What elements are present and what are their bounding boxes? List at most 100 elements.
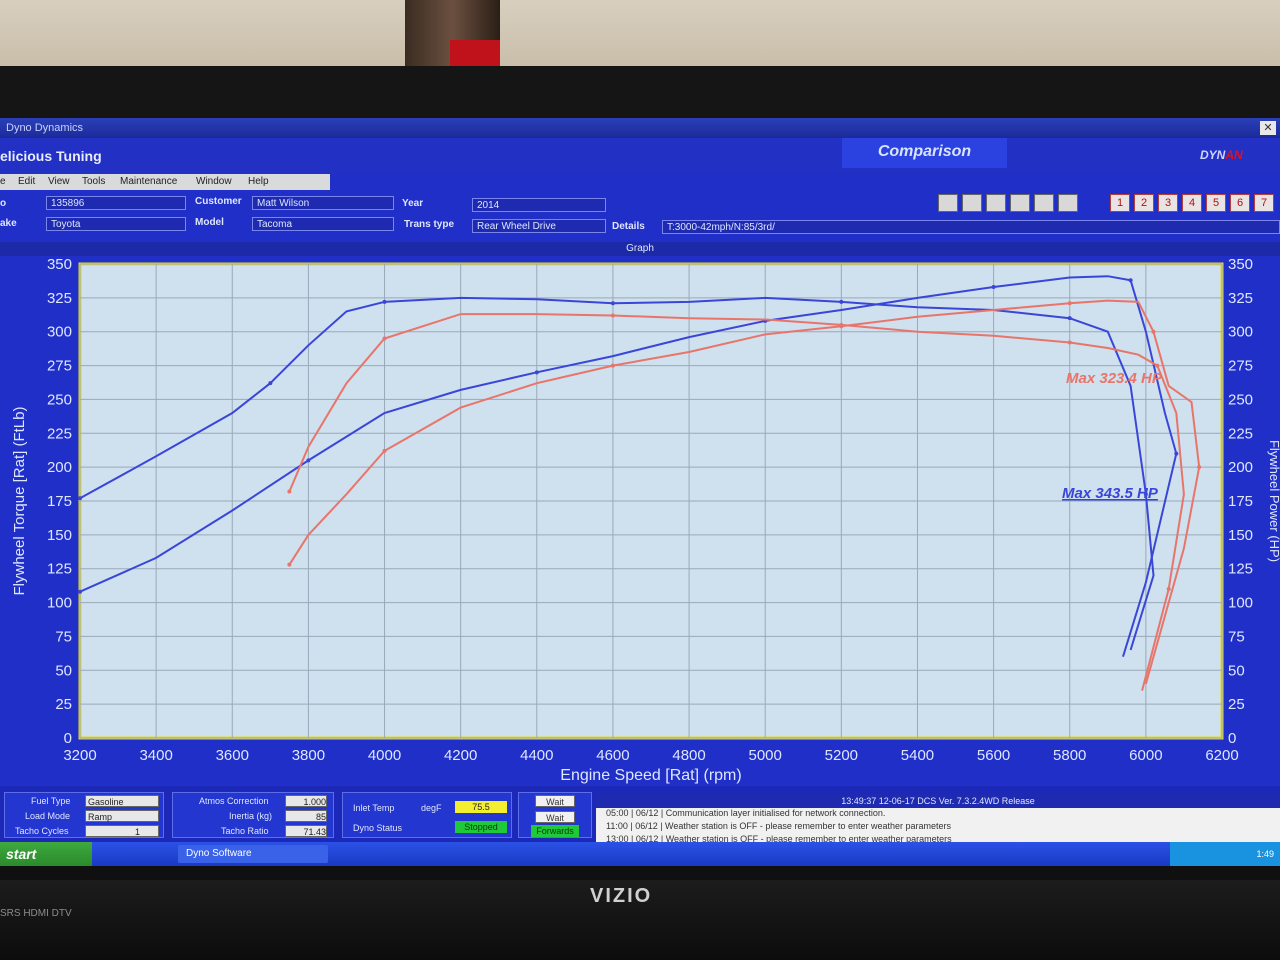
x-axis-label: Engine Speed [Rat] (rpm) <box>560 767 741 784</box>
fuel-type-field[interactable]: Gasoline <box>85 795 159 807</box>
customer-field[interactable]: Matt Wilson <box>252 196 394 210</box>
dyno-chart: 3200 3400 3600 3800 4000 4200 4400 4600 4800 5000… <box>11 256 1280 784</box>
menu-maintenance[interactable]: Maintenance <box>120 176 177 187</box>
x-tick-label: 5000 <box>749 747 782 764</box>
x-tick-label: 3800 <box>292 747 325 764</box>
close-icon[interactable]: ✕ <box>1260 121 1276 135</box>
run-button-4[interactable]: 4 <box>1182 194 1202 212</box>
log-line: 05:00 | 06/12 | Communication layer init… <box>606 808 886 818</box>
year-field[interactable]: 2014 <box>472 198 606 212</box>
y-tick-label: 125 <box>47 561 72 578</box>
x-tick-label: 4600 <box>596 747 629 764</box>
menu-bar: e Edit View Tools Maintenance Window Hel… <box>0 174 330 190</box>
monitor-badges: SRS HDMI DTV <box>0 908 72 919</box>
run-button-7[interactable]: 7 <box>1254 194 1274 212</box>
id-field[interactable]: 135896 <box>46 196 186 210</box>
model-label: Model <box>195 217 224 228</box>
window-title: Dyno Dynamics <box>6 122 84 134</box>
load-mode-select[interactable]: Ramp <box>85 810 159 822</box>
y-tick-label: 325 <box>47 290 72 307</box>
y-right-tick-label: 75 <box>1228 628 1245 645</box>
x-tick-label: 5600 <box>977 747 1010 764</box>
x-tick-label: 4400 <box>520 747 553 764</box>
toolbar-layout-icon[interactable] <box>1034 194 1054 212</box>
menu-window[interactable]: Window <box>196 176 232 187</box>
run-button-5[interactable]: 5 <box>1206 194 1226 212</box>
run-button-3[interactable]: 3 <box>1158 194 1178 212</box>
series-point-3 <box>1166 587 1171 592</box>
year-label: Year <box>402 198 424 209</box>
series-point-2 <box>991 285 996 290</box>
make-field[interactable]: Toyota <box>46 217 186 231</box>
x-tick-label: 4200 <box>444 747 477 764</box>
details-label: Details <box>612 221 645 232</box>
series-point-3 <box>1067 340 1072 345</box>
x-tick-label: 6000 <box>1129 747 1162 764</box>
inertia-label: Inertia (kg) <box>229 811 273 821</box>
toolbar-graph-icon[interactable] <box>962 194 982 212</box>
run-button-1[interactable]: 1 <box>1110 194 1130 212</box>
series-point-1 <box>78 496 82 501</box>
wait-button-2[interactable]: Wait <box>535 811 575 823</box>
tacho-cycles-label: Tacho Cycles <box>15 826 69 836</box>
atmos-label: Atmos Correction <box>199 796 269 806</box>
make-label: ake <box>0 218 17 229</box>
x-tick-label: 3600 <box>216 747 249 764</box>
run-button-2[interactable]: 2 <box>1134 194 1154 212</box>
series-point-2 <box>1128 278 1133 283</box>
y-tick-label: 75 <box>55 628 72 645</box>
wait-button-1[interactable]: Wait <box>535 795 575 807</box>
y-right-axis-label: Flywheel Power (HP) <box>1267 440 1280 562</box>
series-point-3 <box>610 313 615 318</box>
x-tick-label: 5400 <box>901 747 934 764</box>
run-button-6[interactable]: 6 <box>1230 194 1250 212</box>
y-right-tick-label: 25 <box>1228 696 1245 713</box>
y-right-tick-label: 350 <box>1228 256 1253 273</box>
atmos-field[interactable]: 1.000 <box>285 795 327 807</box>
comparison-mode-label: Comparison <box>842 138 1007 168</box>
menu-edit[interactable]: Edit <box>18 176 35 187</box>
log-header: 13:49:37 12-06-17 DCS Ver. 7.3.2.4WD Rel… <box>596 794 1280 808</box>
toolbar-grid-icon[interactable] <box>986 194 1006 212</box>
tacho-ratio-label: Tacho Ratio <box>221 826 269 836</box>
trans-field[interactable]: Rear Wheel Drive <box>472 219 606 233</box>
y-tick-label: 50 <box>55 662 72 679</box>
details-field[interactable]: T:3000-42mph/N:85/3rd/ <box>662 220 1280 234</box>
menu-view[interactable]: View <box>48 176 70 187</box>
series-point-2 <box>534 370 539 375</box>
inertia-field[interactable]: 85 <box>285 810 327 822</box>
series-point-3 <box>1155 363 1160 368</box>
y-right-tick-label: 125 <box>1228 561 1253 578</box>
monitor-brand-logo: VIZIO <box>590 885 653 907</box>
taskbar-item-dyno-software[interactable]: Dyno Software <box>178 845 328 863</box>
series-point-4 <box>1151 329 1156 334</box>
y-tick-label: 175 <box>47 493 72 510</box>
y-right-tick-label: 0 <box>1228 730 1236 747</box>
y-right-tick-label: 100 <box>1228 595 1253 612</box>
inlet-temp-unit: degF <box>421 803 442 813</box>
x-tick-label: 4800 <box>672 747 705 764</box>
menu-tools[interactable]: Tools <box>82 176 105 187</box>
tacho-ratio-field[interactable]: 71.43 <box>285 825 327 837</box>
menu-file[interactable]: e <box>0 176 6 187</box>
toolbar-chart-icon[interactable] <box>938 194 958 212</box>
app-title: elicious Tuning <box>0 148 102 164</box>
y-tick-label: 250 <box>47 391 72 408</box>
menu-help[interactable]: Help <box>248 176 269 187</box>
model-field[interactable]: Tacoma <box>252 217 394 231</box>
max-hp-annotation-blue: Max 343.5 HP <box>1062 485 1159 502</box>
tacho-cycles-select[interactable]: 1 <box>85 825 159 837</box>
direction-indicator: Forwards <box>531 825 579 837</box>
trans-label: Trans type <box>404 219 455 230</box>
x-tick-label: 6200 <box>1205 747 1238 764</box>
series-point-4 <box>1067 301 1072 306</box>
start-button[interactable]: start <box>0 842 92 866</box>
toolbar-table-icon[interactable] <box>1010 194 1030 212</box>
series-point-2 <box>78 589 82 594</box>
y-tick-label: 150 <box>47 527 72 544</box>
series-point-1 <box>268 381 273 386</box>
customer-label: Customer <box>195 196 242 207</box>
screen-bottom-edge <box>0 866 1280 880</box>
log-line: 11:00 | 06/12 | Weather station is OFF -… <box>606 821 952 831</box>
toolbar-list-icon[interactable] <box>1058 194 1078 212</box>
